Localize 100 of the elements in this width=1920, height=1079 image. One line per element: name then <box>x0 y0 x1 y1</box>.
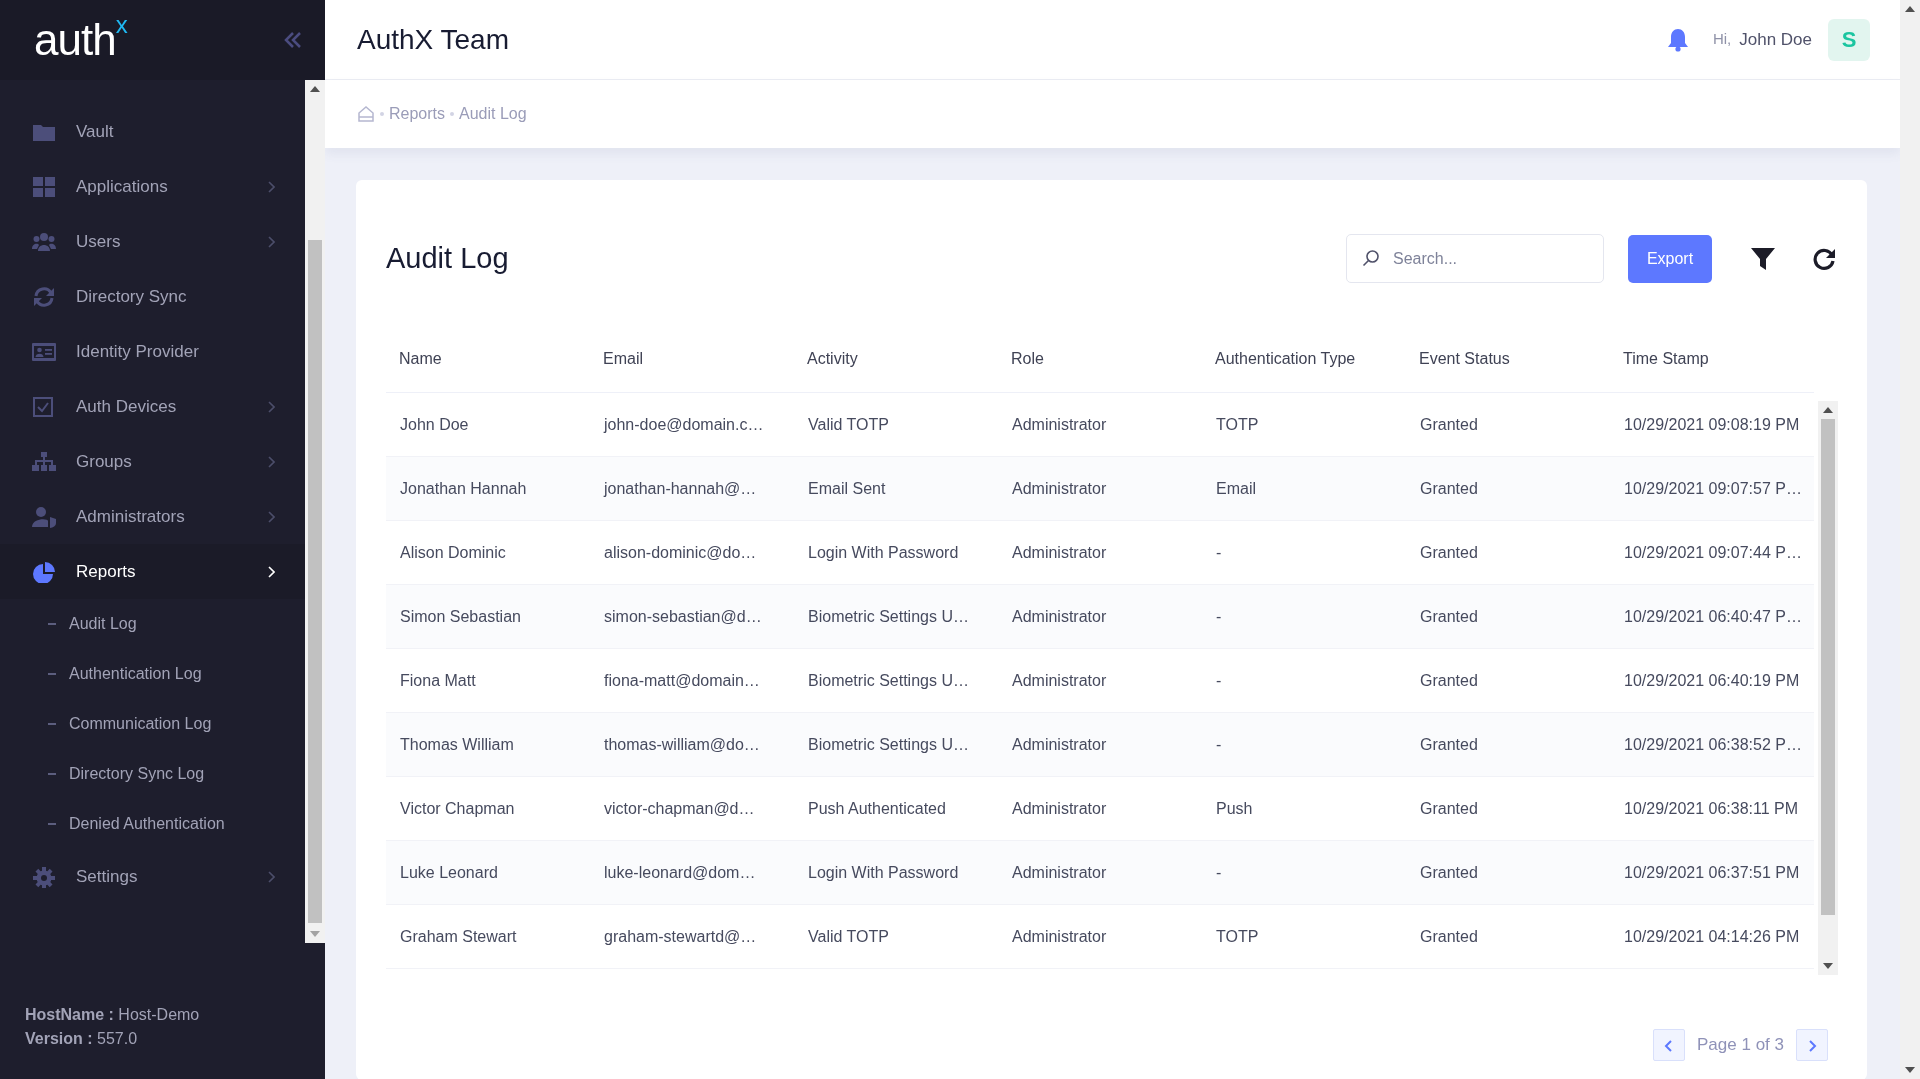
page-title: AuthX Team <box>357 22 510 57</box>
table-cell-text: Push Authenticated <box>807 798 947 819</box>
menu-item[interactable]: Vault <box>0 104 305 159</box>
table-cell-text: Granted <box>1419 670 1479 691</box>
table-cell-text: 10/29/2021 09:07:44 P… <box>1623 542 1803 563</box>
menu-item[interactable]: Reports <box>0 544 305 599</box>
next-page-button[interactable] <box>1796 1029 1828 1061</box>
table-cell-text: 10/29/2021 09:08:19 PM <box>1623 414 1801 435</box>
table-cell-text: Granted <box>1419 606 1479 627</box>
table-cell-text: - <box>1215 670 1223 691</box>
filter-icon[interactable] <box>1750 246 1776 271</box>
grid-icon <box>32 175 56 198</box>
table-cell-text: Valid TOTP <box>807 414 890 435</box>
table-cell-text: jonathan-hannah@… <box>602 478 758 499</box>
table-cell-text: Granted <box>1419 798 1479 819</box>
table-cell-text: Graham Stewart <box>399 926 518 947</box>
menu-item[interactable]: Groups <box>0 434 305 489</box>
bell-icon[interactable] <box>1666 27 1689 52</box>
table-cell-text: Email Sent <box>807 478 887 499</box>
table-cell-text: john-doe@domain.c… <box>602 414 765 435</box>
table-cell-text: Biometric Settings U… <box>807 670 970 691</box>
table-cell-text: simon-sebastian@d… <box>603 606 763 627</box>
table-cell-text: 10/29/2021 06:38:52 P… <box>1623 734 1803 755</box>
table-cell-text: Granted <box>1419 926 1479 947</box>
scrollbar[interactable] <box>1818 401 1838 975</box>
menu-item[interactable]: Auth Devices <box>0 379 305 434</box>
table-cell-text: Victor Chapman <box>399 798 516 819</box>
search-icon <box>1362 249 1380 267</box>
column-header[interactable]: Event Status <box>1406 346 1610 371</box>
checkbox-icon <box>32 395 56 418</box>
user-name[interactable]: John Doe <box>1739 26 1812 53</box>
pie-chart-icon <box>32 560 56 583</box>
table-cell-text: thomas-william@do… <box>603 734 761 755</box>
menu-item[interactable]: Identity Provider <box>0 324 305 379</box>
table-cell-text: Administrator <box>1011 542 1108 563</box>
scrollbar[interactable] <box>1900 0 1920 1079</box>
table-cell-text: Biometric Settings U… <box>807 734 970 755</box>
menu-item[interactable]: Directory Sync <box>0 269 305 324</box>
submenu-item[interactable]: Directory Sync Log <box>0 749 305 799</box>
user-shield-icon <box>32 505 56 528</box>
footer-info: Version : 557.0 <box>25 1029 139 1049</box>
table-cell-text: TOTP <box>1215 414 1260 435</box>
menu-item[interactable]: Applications <box>0 159 305 214</box>
export-button[interactable]: Export <box>1628 234 1712 283</box>
table-cell-text: 10/29/2021 06:38:11 PM <box>1623 798 1800 819</box>
page-indicator: Page 1 of 3 <box>1697 1034 1784 1057</box>
refresh-icon[interactable] <box>1812 246 1836 271</box>
chevron-left-icon <box>1664 1039 1675 1052</box>
table-cell-text: Administrator <box>1011 606 1108 627</box>
table-cell-text: 10/29/2021 06:40:19 PM <box>1623 670 1801 691</box>
table-cell-text: - <box>1215 862 1223 883</box>
table-cell-text: Administrator <box>1011 862 1108 883</box>
table-cell-text: graham-stewartd@… <box>603 926 758 947</box>
table-cell-text: Push <box>1215 798 1254 819</box>
table-cell-text: 10/29/2021 09:07:57 P… <box>1623 478 1803 499</box>
collapse-icon[interactable] <box>283 30 303 50</box>
home-icon[interactable] <box>357 105 375 123</box>
table-cell-text: John Doe <box>399 414 470 435</box>
column-header[interactable]: Authentication Type <box>1202 346 1406 371</box>
table-cell-text: luke-leonard@dom… <box>603 862 757 883</box>
table-cell-text: Login With Password <box>807 862 960 883</box>
logo: auth$^{x}$ <box>34 18 127 62</box>
menu-item[interactable]: Users <box>0 214 305 269</box>
table-cell-text: - <box>1215 734 1223 755</box>
table-cell-text: TOTP <box>1215 926 1260 947</box>
table-cell-text: Granted <box>1419 542 1479 563</box>
column-header[interactable]: Role <box>998 346 1202 371</box>
table-cell-text: Administrator <box>1011 670 1108 691</box>
hierarchy-icon <box>32 450 56 473</box>
submenu-item[interactable]: Denied Authentication <box>0 799 305 849</box>
table-cell-text: Simon Sebastian <box>399 606 522 627</box>
menu-item[interactable]: Settings <box>0 849 305 904</box>
scrollbar[interactable] <box>305 80 325 943</box>
column-header[interactable]: Email <box>590 346 794 371</box>
table-cell-text: 10/29/2021 06:40:47 P… <box>1623 606 1803 627</box>
column-header[interactable]: Time Stamp <box>1610 346 1814 371</box>
submenu-item[interactable]: Communication Log <box>0 699 305 749</box>
table-cell-text: Login With Password <box>807 542 960 563</box>
users-icon <box>32 230 56 253</box>
table-cell-text: Administrator <box>1011 734 1108 755</box>
card-title: Audit Log <box>386 241 509 276</box>
search-field[interactable]: Search... <box>1346 234 1604 283</box>
sync-icon <box>32 285 56 308</box>
table-cell-text: Granted <box>1419 862 1479 883</box>
submenu-item[interactable]: Audit Log <box>0 599 305 649</box>
id-card-icon <box>32 340 56 363</box>
chevron-right-icon <box>1807 1039 1817 1052</box>
table-cell-text: Granted <box>1419 734 1479 755</box>
table-cell-text: Granted <box>1419 478 1479 499</box>
table-cell-text: Thomas William <box>399 734 515 755</box>
table-cell-text: - <box>1215 542 1223 563</box>
column-header[interactable]: Activity <box>794 346 998 371</box>
greeting: Hi, <box>1712 29 1732 50</box>
menu-item[interactable]: Administrators <box>0 489 305 544</box>
previous-page-button[interactable] <box>1653 1029 1686 1061</box>
table-cell-text: alison-dominic@do… <box>603 542 758 563</box>
table-cell-text: Granted <box>1419 414 1479 435</box>
submenu-item[interactable]: Authentication Log <box>0 649 305 699</box>
table-cell-text: 10/29/2021 06:37:51 PM <box>1623 862 1801 883</box>
column-header[interactable]: Name <box>386 346 590 371</box>
